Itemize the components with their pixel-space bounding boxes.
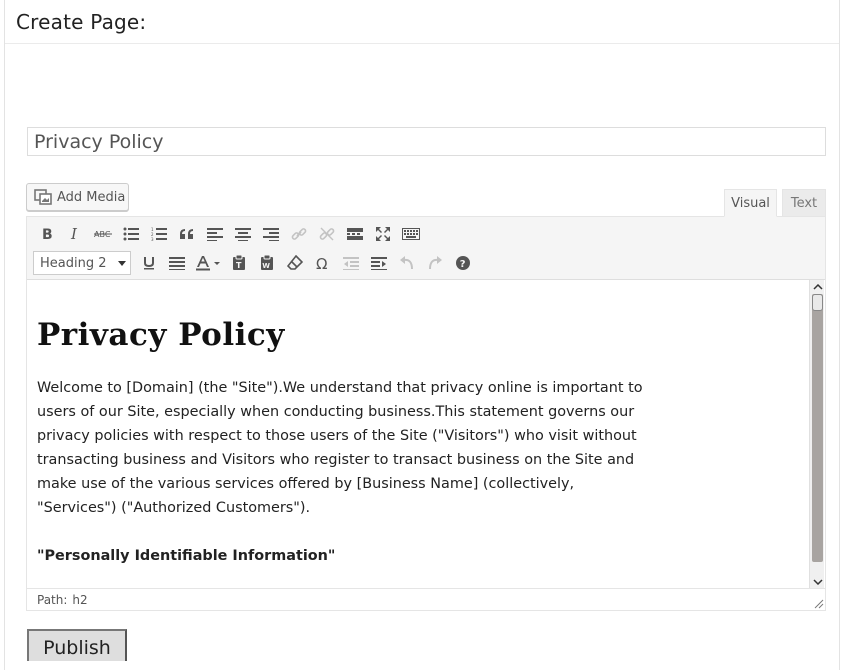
align-center-icon[interactable] [229, 221, 257, 247]
publish-button[interactable]: Publish [27, 629, 127, 661]
text-color-icon[interactable] [191, 250, 225, 276]
resize-handle-icon[interactable] [814, 599, 824, 609]
content-paragraph: Welcome to [Domain] (the "Site").We unde… [37, 380, 643, 516]
add-media-label: Add Media [57, 189, 126, 205]
content-subheading: "Personally Identifiable Information" [37, 548, 336, 564]
paste-as-text-icon[interactable]: T [225, 250, 253, 276]
scroll-up-arrow[interactable] [810, 280, 825, 294]
underline-icon[interactable] [135, 250, 163, 276]
numbered-list-icon[interactable]: 123 [145, 221, 173, 247]
svg-text:T: T [236, 261, 242, 270]
strikethrough-icon[interactable]: ABC [89, 221, 117, 247]
editor-status-bar: Path: h2 [27, 588, 825, 610]
chevron-up-icon [812, 284, 823, 290]
read-more-icon[interactable] [341, 221, 369, 247]
outdent-icon[interactable] [337, 250, 365, 276]
editor-toolbar: B I ABC 123 Heading 2 T W Ω ? [27, 217, 825, 280]
format-select-value: Heading 2 [40, 255, 107, 271]
add-media-button[interactable]: Add Media [26, 183, 129, 211]
page-container: Create Page: Add Media Visual Text B I A… [4, 0, 840, 670]
bulleted-list-icon[interactable] [117, 221, 145, 247]
svg-text:Ω: Ω [316, 256, 327, 270]
italic-icon[interactable]: I [61, 221, 89, 247]
help-icon[interactable]: ? [449, 250, 477, 276]
tab-visual[interactable]: Visual [724, 189, 777, 217]
clear-formatting-icon[interactable] [281, 250, 309, 276]
redo-icon[interactable] [421, 250, 449, 276]
svg-text:3: 3 [151, 237, 154, 241]
align-right-icon[interactable] [257, 221, 285, 247]
insert-link-icon[interactable] [285, 221, 313, 247]
format-select[interactable]: Heading 2 [33, 251, 131, 275]
undo-icon[interactable] [393, 250, 421, 276]
scroll-track[interactable] [812, 294, 823, 562]
path-value[interactable]: h2 [72, 593, 87, 607]
chevron-down-icon [118, 261, 126, 266]
svg-text:B: B [42, 227, 53, 241]
content-scrollbar[interactable] [809, 280, 824, 589]
chevron-down-icon [812, 579, 823, 585]
indent-icon[interactable] [365, 250, 393, 276]
svg-text:I: I [70, 227, 78, 241]
scroll-down-arrow[interactable] [810, 575, 825, 589]
toolbar-toggle-icon[interactable] [397, 221, 425, 247]
tab-text[interactable]: Text [782, 189, 826, 217]
path-label: Path: [37, 592, 68, 607]
editor-content[interactable]: Privacy Policy Welcome to [Domain] (the … [27, 280, 810, 588]
fullscreen-icon[interactable] [369, 221, 397, 247]
bold-icon[interactable]: B [33, 221, 61, 247]
content-heading: Privacy Policy [37, 317, 285, 353]
blockquote-icon[interactable] [173, 221, 201, 247]
page-title: Create Page: [16, 10, 147, 34]
special-character-icon[interactable]: Ω [309, 250, 337, 276]
scroll-thumb[interactable] [812, 294, 823, 311]
rich-text-editor: B I ABC 123 Heading 2 T W Ω ? Privacy Po… [26, 216, 826, 611]
post-title-input[interactable] [27, 127, 826, 156]
svg-text:?: ? [460, 259, 466, 270]
align-left-icon[interactable] [201, 221, 229, 247]
justify-icon[interactable] [163, 250, 191, 276]
remove-link-icon[interactable] [313, 221, 341, 247]
svg-text:W: W [262, 262, 270, 270]
toolbar-row-1: B I ABC 123 [33, 221, 425, 247]
media-icon [34, 189, 52, 205]
page-header: Create Page: [5, 0, 839, 44]
paste-from-word-icon[interactable]: W [253, 250, 281, 276]
toolbar-row-2: Heading 2 T W Ω ? [33, 250, 477, 276]
